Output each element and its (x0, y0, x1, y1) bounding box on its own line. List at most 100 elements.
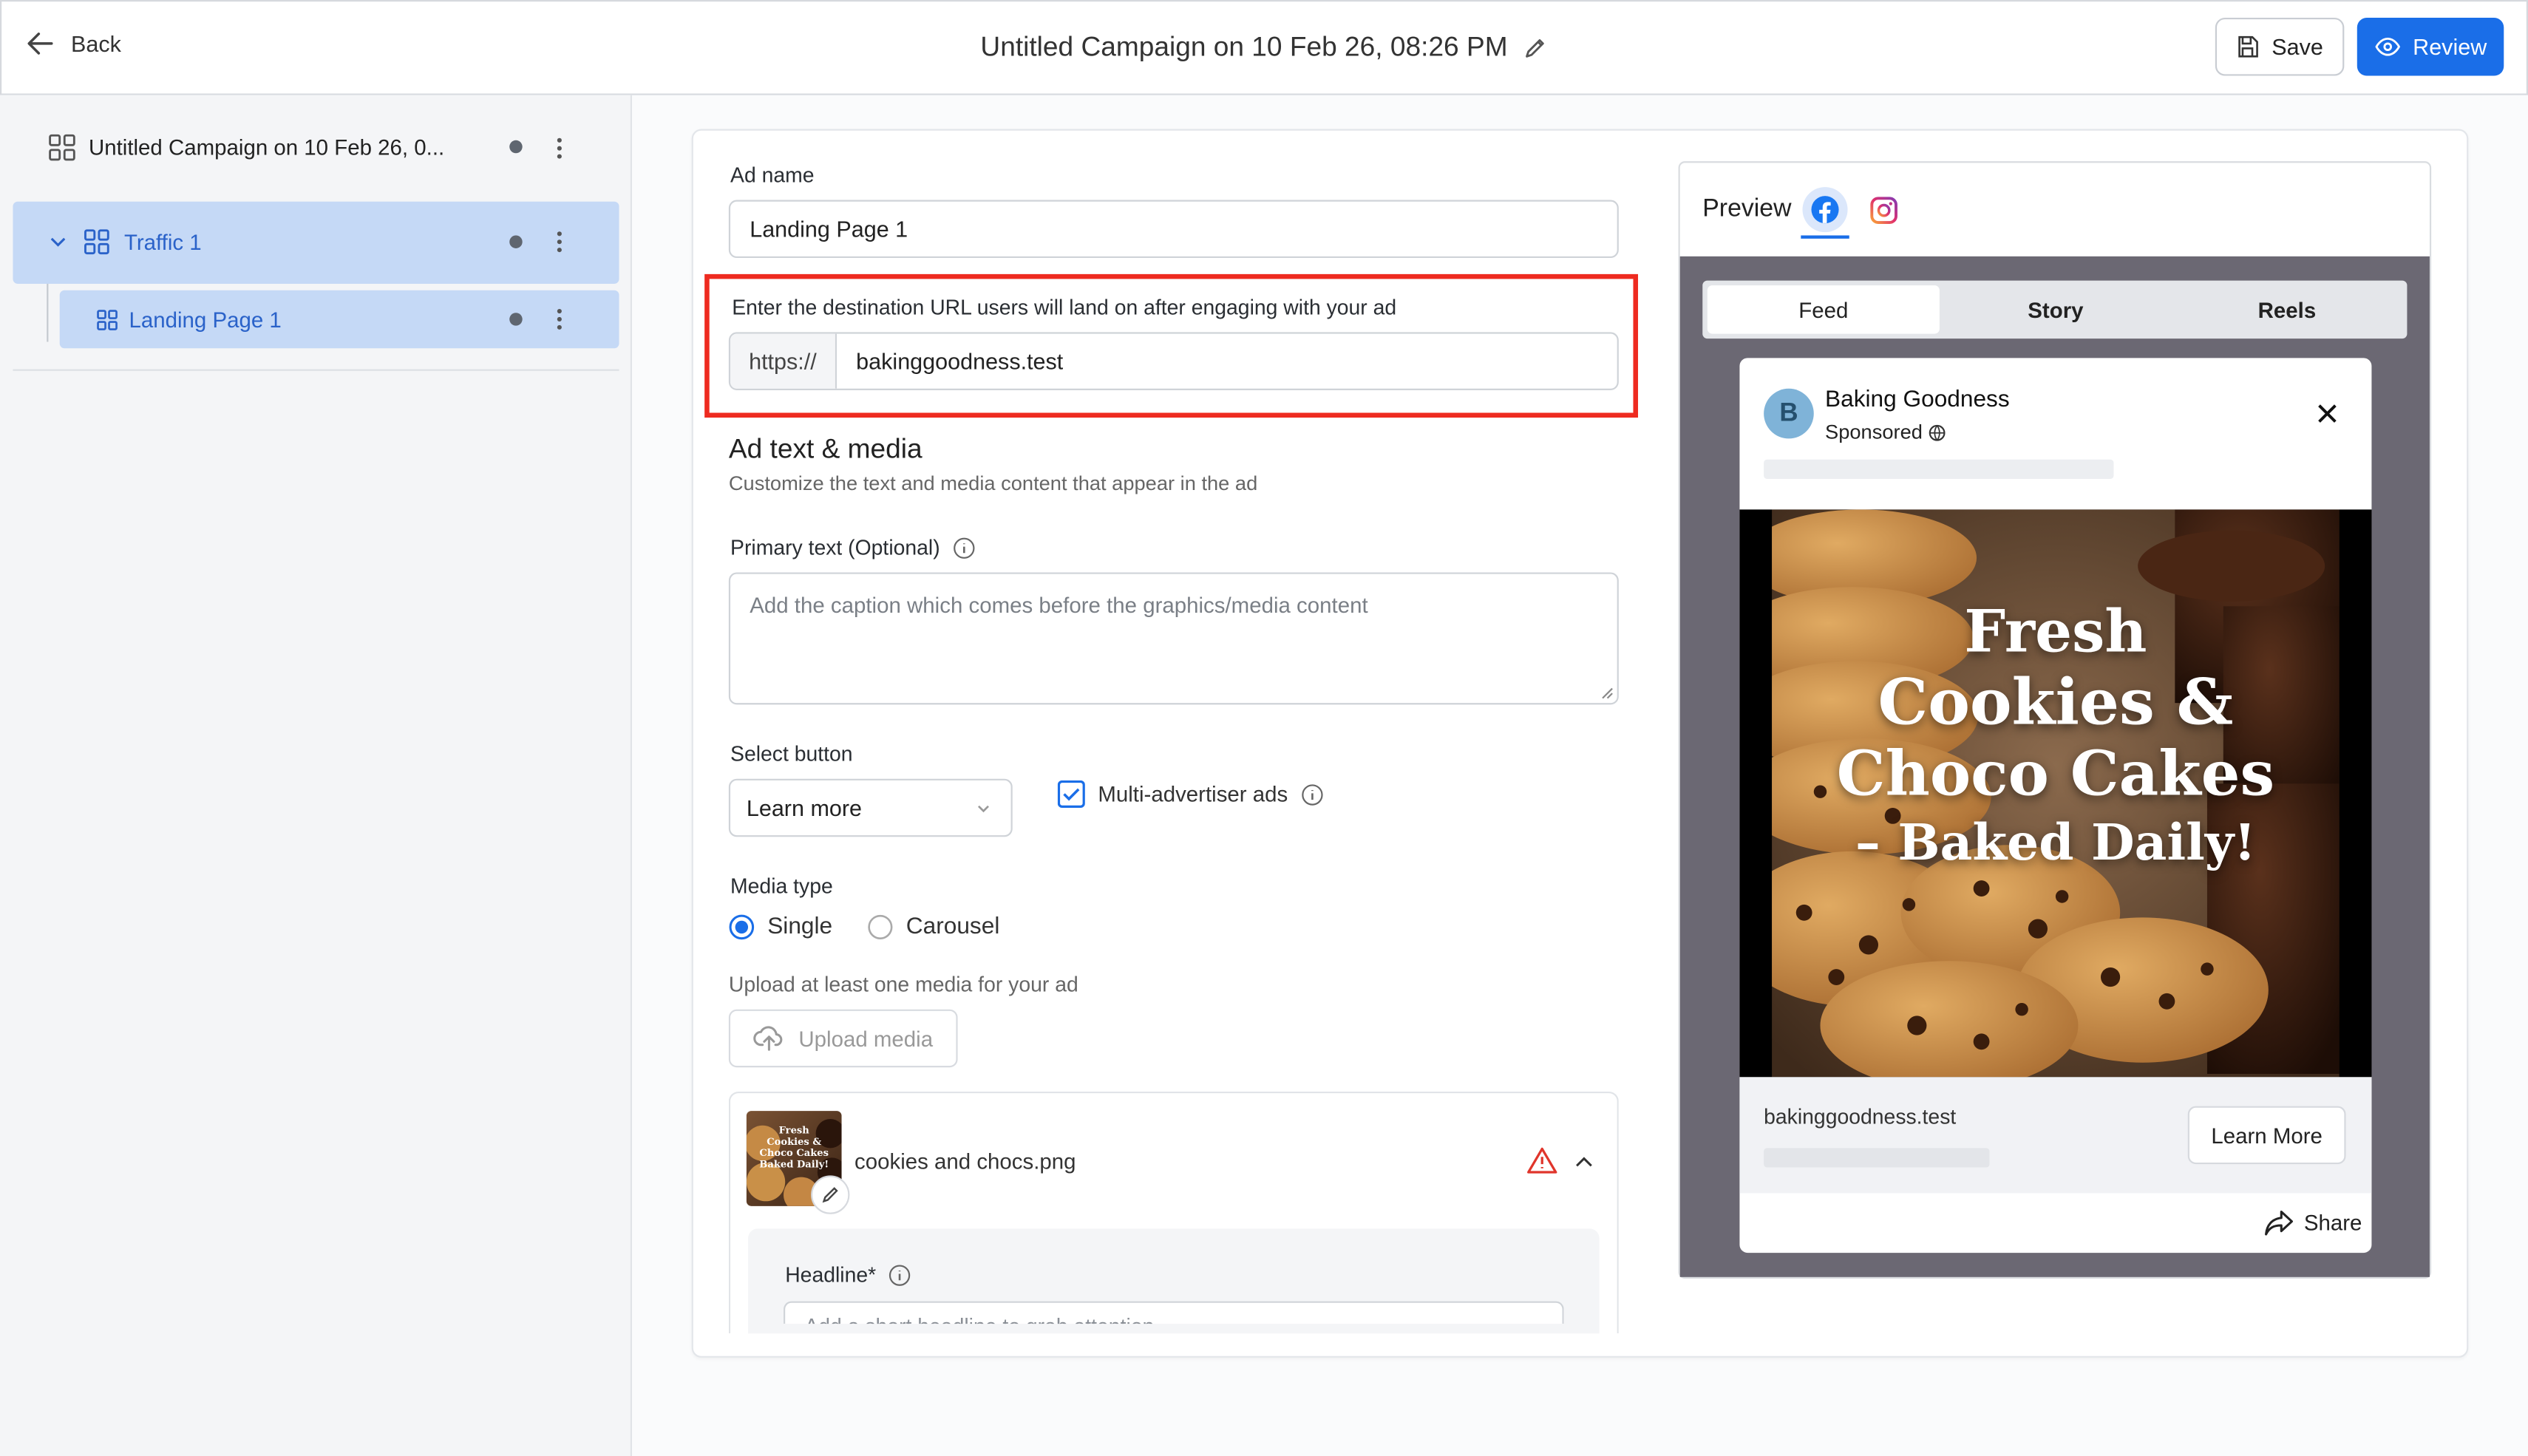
share-label: Share (2303, 1211, 2362, 1236)
close-icon[interactable] (2317, 403, 2337, 423)
facebook-tab[interactable] (1801, 186, 1849, 239)
ad-image-line: Fresh (1964, 598, 2147, 667)
headline-label: Headline* (785, 1262, 911, 1287)
url-prefix: https:// (730, 333, 837, 389)
info-icon[interactable] (953, 536, 976, 559)
chevron-down-icon (978, 805, 989, 813)
warning-icon (1527, 1147, 1557, 1174)
ad-name-input[interactable]: Landing Page 1 (728, 200, 1619, 259)
primary-text-label-text: Primary text (Optional) (730, 535, 940, 560)
primary-text-textarea[interactable]: Add the caption which comes before the g… (728, 572, 1619, 705)
tab-reels[interactable]: Reels (2172, 285, 2402, 333)
review-button[interactable]: Review (2357, 17, 2504, 76)
ad-name-label: Ad name (730, 163, 815, 188)
resize-handle-icon[interactable] (1601, 687, 1614, 699)
tab-feed-label: Feed (1798, 297, 1849, 322)
instagram-icon[interactable] (1870, 197, 1897, 225)
review-label: Review (2413, 33, 2487, 60)
tree-connector (47, 283, 49, 342)
pencil-icon[interactable] (1522, 35, 1548, 61)
cta-select[interactable]: Learn more (728, 778, 1013, 837)
more-vertical-icon[interactable] (553, 135, 565, 161)
media-type-carousel-label: Carousel (905, 914, 1000, 940)
chevron-up-icon[interactable] (1574, 1153, 1594, 1171)
caption-skeleton (1764, 459, 2114, 479)
radio-selected-icon[interactable] (729, 914, 755, 940)
status-dot (509, 235, 523, 248)
cta-select-value: Learn more (746, 795, 863, 821)
adset-item-label: Traffic 1 (123, 230, 202, 255)
ad-image-line: Choco Cakes (1836, 737, 2275, 810)
media-type-label: Media type (730, 874, 833, 899)
campaign-title-text: Untitled Campaign on 10 Feb 26, 08:26 PM (980, 31, 1508, 63)
sidebar-divider (13, 369, 619, 371)
url-field[interactable]: https:// bakinggoodness.test (728, 332, 1619, 390)
avatar: B (1764, 388, 1814, 439)
section-title: Ad text & media (728, 433, 922, 465)
more-vertical-icon[interactable] (553, 229, 565, 255)
thumbnail-line: Cookies & (767, 1137, 822, 1149)
sponsored-row: Sponsored (1825, 421, 1947, 443)
radio-unselected-icon[interactable] (867, 914, 893, 940)
tab-feed[interactable]: Feed (1707, 285, 1940, 334)
primary-text-label: Primary text (Optional) (730, 535, 976, 559)
save-label: Save (2272, 33, 2323, 60)
url-input[interactable]: bakinggoodness.test (837, 334, 1063, 389)
info-icon[interactable] (1301, 783, 1324, 806)
floppy-icon (2238, 35, 2258, 58)
ad-item-label: Landing Page 1 (129, 307, 282, 333)
edit-media-button[interactable] (811, 1175, 850, 1214)
campaign-item-label: Untitled Campaign on 10 Feb 26, 0... (88, 135, 445, 160)
more-vertical-icon[interactable] (553, 307, 565, 333)
cta-learn-more-label: Learn More (2211, 1123, 2323, 1148)
status-dot (509, 140, 523, 154)
headline-input[interactable]: Add a short headline to grab attention (784, 1301, 1564, 1324)
ad-image-headline: Fresh Cookies & Choco Cakes – Baked Dail… (1739, 598, 2371, 877)
upload-hint: Upload at least one media for your ad (728, 972, 1078, 997)
tab-story-label: Story (2028, 297, 2084, 322)
upload-media-button[interactable]: Upload media (728, 1009, 958, 1068)
globe-icon (1929, 423, 1946, 440)
page-name: Baking Goodness (1825, 387, 2010, 413)
grid-icon (84, 229, 109, 255)
facebook-icon (1811, 196, 1839, 224)
thumbnail-text: Fresh Cookies & Choco Cakes Baked Daily! (747, 1126, 842, 1171)
tab-story[interactable]: Story (1940, 285, 2172, 333)
ad-image: Fresh Cookies & Choco Cakes – Baked Dail… (1739, 509, 2372, 1078)
campaign-title[interactable]: Untitled Campaign on 10 Feb 26, 08:26 PM (0, 30, 2528, 64)
status-dot (509, 313, 523, 326)
primary-text-placeholder: Add the caption which comes before the g… (750, 593, 1368, 618)
pencil-icon (822, 1187, 838, 1203)
upload-media-label: Upload media (798, 1026, 934, 1051)
share-button[interactable]: Share (2263, 1209, 2362, 1236)
media-type-carousel-radio[interactable]: Carousel (867, 914, 999, 940)
ad-image-line: – Baked Daily! (1855, 814, 2256, 873)
save-button[interactable]: Save (2215, 17, 2345, 76)
cta-learn-more-button[interactable]: Learn More (2187, 1106, 2346, 1165)
chevron-down-icon[interactable] (48, 232, 67, 251)
headline-label-text: Headline* (785, 1262, 877, 1287)
url-label: Enter the destination URL users will lan… (732, 295, 1397, 319)
sponsored-label: Sponsored (1825, 421, 1923, 443)
upload-cloud-icon (754, 1026, 784, 1051)
share-icon (2265, 1210, 2293, 1236)
multi-advertiser-label: Multi-advertiser ads (1098, 782, 1288, 806)
eye-icon (2374, 37, 2400, 56)
media-type-single-radio[interactable]: Single (729, 914, 832, 940)
thumbnail-line: Choco Cakes (759, 1148, 829, 1160)
info-icon[interactable] (889, 1263, 912, 1286)
thumbnail-line: Fresh (778, 1125, 809, 1137)
media-type-single-label: Single (767, 914, 833, 940)
grid-icon (49, 134, 75, 161)
link-domain: bakinggoodness.test (1764, 1104, 1957, 1129)
preview-title: Preview (1702, 194, 1792, 223)
multi-advertiser-checkbox-row[interactable]: Multi-advertiser ads (1057, 780, 1324, 808)
grid-icon (97, 310, 118, 330)
section-subtitle: Customize the text and media content tha… (728, 472, 1258, 495)
ad-image-line: Cookies & (1878, 666, 2234, 741)
checkbox-checked-icon[interactable] (1057, 780, 1085, 808)
select-button-label: Select button (730, 741, 853, 766)
thumbnail-line: Baked Daily! (759, 1159, 829, 1171)
link-skeleton (1764, 1148, 1990, 1168)
tab-reels-label: Reels (2257, 297, 2317, 322)
